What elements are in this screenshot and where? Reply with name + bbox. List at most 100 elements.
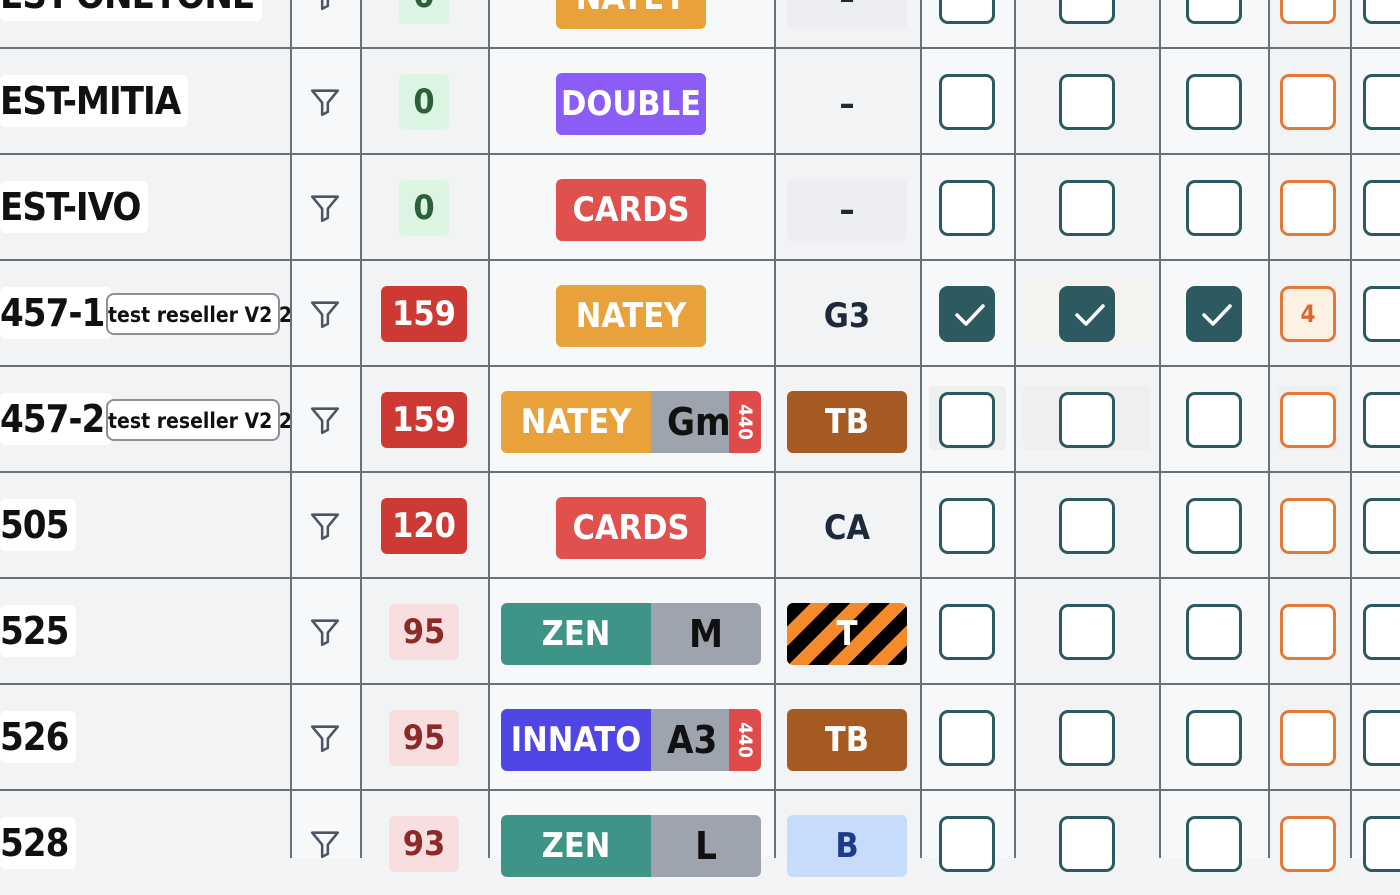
status-checkbox-5[interactable] bbox=[1363, 710, 1400, 766]
status-checkbox-3[interactable] bbox=[1186, 392, 1242, 448]
filter-icon[interactable] bbox=[308, 403, 342, 437]
status-checkbox-3[interactable] bbox=[1186, 180, 1242, 236]
status-checkbox-1[interactable] bbox=[939, 710, 995, 766]
filter-icon[interactable] bbox=[308, 827, 342, 861]
table-row: 457-1 test reseller V2 2 159 NATEY G3 4 bbox=[0, 259, 1400, 365]
status-checkbox-5[interactable] bbox=[1363, 604, 1400, 660]
type-suffix: L bbox=[651, 815, 761, 877]
status-checkbox-2[interactable] bbox=[1059, 180, 1115, 236]
row-divider bbox=[0, 47, 1400, 49]
filter-icon[interactable] bbox=[308, 0, 342, 13]
status-checkbox-4[interactable]: 4 bbox=[1280, 286, 1336, 342]
row-divider bbox=[0, 683, 1400, 685]
reseller-badge: test reseller V2 2 bbox=[106, 293, 292, 335]
status-checkbox-3[interactable] bbox=[1186, 498, 1242, 554]
row-divider bbox=[0, 577, 1400, 579]
status-checkbox-2[interactable] bbox=[1059, 604, 1115, 660]
type-suffix: Gm3 bbox=[651, 391, 729, 453]
status-checkbox-1[interactable] bbox=[939, 392, 995, 448]
type-badge: ZEN M bbox=[501, 603, 761, 665]
count-badge: 120 bbox=[381, 498, 467, 554]
variant-badge: TB bbox=[787, 391, 907, 453]
status-checkbox-4[interactable] bbox=[1280, 74, 1336, 130]
status-checkbox-2[interactable] bbox=[1059, 392, 1115, 448]
status-checkbox-2[interactable] bbox=[1059, 74, 1115, 130]
status-checkbox-1[interactable] bbox=[939, 816, 995, 872]
status-checkbox-5[interactable] bbox=[1363, 180, 1400, 236]
count-badge: 95 bbox=[389, 604, 459, 660]
status-checkbox-1[interactable] bbox=[939, 498, 995, 554]
order-id: 525 bbox=[0, 605, 77, 657]
status-checkbox-5[interactable] bbox=[1363, 74, 1400, 130]
column-divider bbox=[920, 0, 922, 858]
filter-icon[interactable] bbox=[308, 297, 342, 331]
tuning-tag: 440 bbox=[729, 391, 761, 453]
filter-icon[interactable] bbox=[308, 509, 342, 543]
orders-table: EST-ONETONE0NATEY–EST-MITIA0DOUBLE–EST-I… bbox=[0, 0, 1400, 877]
count-badge: 159 bbox=[381, 392, 467, 448]
tuning-tag-label: 440 bbox=[734, 722, 756, 758]
order-id: 505 bbox=[0, 499, 77, 551]
variant-badge: CA bbox=[823, 508, 871, 548]
status-checkbox-2[interactable] bbox=[1059, 498, 1115, 554]
type-suffix: M bbox=[651, 603, 761, 665]
status-checkbox-1[interactable] bbox=[939, 604, 995, 660]
status-checkbox-3[interactable] bbox=[1186, 0, 1242, 24]
column-divider bbox=[1014, 0, 1016, 858]
count-badge: 93 bbox=[389, 816, 459, 872]
type-badge: DOUBLE bbox=[556, 73, 706, 135]
column-divider bbox=[1268, 0, 1270, 858]
status-checkbox-3[interactable] bbox=[1186, 286, 1242, 342]
type-suffix: A3 bbox=[651, 709, 729, 771]
filter-icon[interactable] bbox=[308, 191, 342, 225]
status-checkbox-1[interactable] bbox=[939, 286, 995, 342]
table-row: 526 95 INNATO A3 440 TB bbox=[0, 683, 1400, 789]
status-checkbox-2[interactable] bbox=[1059, 816, 1115, 872]
column-divider bbox=[1350, 0, 1352, 858]
table-row: 457-2test reseller V2 2 159 NATEYGm3440 TB bbox=[0, 365, 1400, 471]
row-divider bbox=[0, 153, 1400, 155]
column-divider bbox=[1159, 0, 1161, 858]
status-checkbox-1[interactable] bbox=[939, 0, 995, 24]
status-checkbox-5[interactable] bbox=[1363, 816, 1400, 872]
status-checkbox-4[interactable] bbox=[1280, 710, 1336, 766]
order-id: EST-ONETONE bbox=[0, 0, 263, 21]
status-checkbox-4[interactable] bbox=[1280, 604, 1336, 660]
variant-badge: – bbox=[839, 84, 855, 124]
filter-icon[interactable] bbox=[308, 615, 342, 649]
table-row: EST-ONETONE 0 NATEY – bbox=[0, 0, 1400, 47]
status-checkbox-4[interactable] bbox=[1280, 180, 1336, 236]
filter-icon[interactable] bbox=[308, 85, 342, 119]
type-badge: NATEYGm3440 bbox=[501, 391, 761, 453]
status-checkbox-1[interactable] bbox=[939, 180, 995, 236]
status-checkbox-3[interactable] bbox=[1186, 604, 1242, 660]
status-checkbox-2[interactable] bbox=[1059, 286, 1115, 342]
status-checkbox-2[interactable] bbox=[1059, 0, 1115, 24]
status-checkbox-5[interactable] bbox=[1363, 498, 1400, 554]
row-divider bbox=[0, 259, 1400, 261]
status-checkbox-3[interactable] bbox=[1186, 710, 1242, 766]
status-checkbox-2[interactable] bbox=[1059, 710, 1115, 766]
order-id: 526 bbox=[0, 711, 77, 763]
row-divider bbox=[0, 789, 1400, 791]
tuning-tag-label: 440 bbox=[734, 404, 756, 440]
order-id: EST-IVO bbox=[0, 181, 149, 233]
variant-badge: T bbox=[787, 603, 907, 665]
order-id: 457-1 bbox=[0, 287, 113, 339]
status-checkbox-5[interactable] bbox=[1363, 392, 1400, 448]
status-checkbox-3[interactable] bbox=[1186, 74, 1242, 130]
status-checkbox-3[interactable] bbox=[1186, 816, 1242, 872]
order-id: 457-2 bbox=[0, 393, 113, 445]
status-checkbox-4[interactable] bbox=[1280, 392, 1336, 448]
type-badge: INNATO A3 440 bbox=[501, 709, 761, 771]
status-checkbox-1[interactable] bbox=[939, 74, 995, 130]
order-id: EST-MITIA bbox=[0, 75, 189, 127]
status-checkbox-4[interactable] bbox=[1280, 498, 1336, 554]
filter-icon[interactable] bbox=[308, 721, 342, 755]
status-checkbox-5[interactable] bbox=[1363, 0, 1400, 24]
status-checkbox-4[interactable] bbox=[1280, 0, 1336, 24]
status-checkbox-4[interactable] bbox=[1280, 816, 1336, 872]
table-row: 505 120 CARDS CA bbox=[0, 471, 1400, 577]
status-checkbox-5[interactable] bbox=[1363, 286, 1400, 342]
type-label: ZEN bbox=[501, 603, 651, 665]
